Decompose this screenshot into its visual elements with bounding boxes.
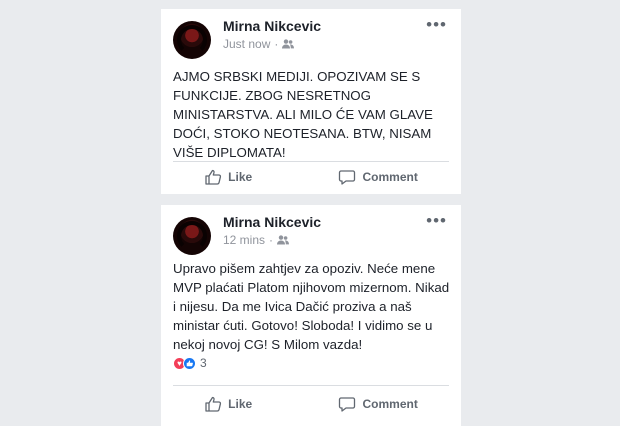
comment-icon bbox=[339, 170, 356, 185]
more-options-icon[interactable]: ••• bbox=[426, 211, 447, 231]
reactions-summary[interactable]: ♥ 3 bbox=[173, 356, 207, 370]
author-name[interactable]: Mirna Nikcevic bbox=[223, 214, 321, 230]
author-name[interactable]: Mirna Nikcevic bbox=[223, 18, 321, 34]
avatar[interactable] bbox=[173, 217, 211, 255]
more-options-icon[interactable]: ••• bbox=[426, 15, 447, 35]
divider bbox=[173, 385, 449, 386]
like-label: Like bbox=[228, 397, 253, 411]
friends-icon bbox=[282, 39, 295, 49]
friends-icon bbox=[277, 235, 290, 245]
thumbs-up-icon bbox=[205, 169, 222, 185]
post-text: Upravo pišem zahtjev za opoziv. Neće men… bbox=[173, 261, 450, 352]
comment-label: Comment bbox=[362, 170, 418, 184]
post-time[interactable]: 12 mins bbox=[223, 233, 265, 247]
dot-separator: · bbox=[269, 233, 274, 247]
comment-button[interactable]: Comment bbox=[338, 395, 418, 413]
post-actions: Like Comment bbox=[161, 168, 461, 186]
post-text: AJMO SRBSKI MEDIJI. OPOZIVAM SE S FUNKCI… bbox=[173, 69, 433, 160]
post-meta: 12 mins · bbox=[223, 233, 290, 247]
like-button[interactable]: Like bbox=[204, 168, 252, 186]
comment-icon bbox=[339, 397, 356, 412]
post-actions: Like Comment bbox=[161, 395, 461, 413]
thumbs-up-icon bbox=[205, 396, 222, 412]
post-time[interactable]: Just now bbox=[223, 37, 270, 51]
like-button[interactable]: Like bbox=[204, 395, 252, 413]
reaction-count: 3 bbox=[200, 356, 207, 370]
dot-separator: · bbox=[274, 37, 279, 51]
comment-button[interactable]: Comment bbox=[338, 168, 418, 186]
avatar[interactable] bbox=[173, 21, 211, 59]
like-icon bbox=[183, 356, 196, 370]
post-card: Mirna Nikcevic 12 mins · ••• Upravo piše… bbox=[161, 205, 461, 426]
post-card: Mirna Nikcevic Just now · ••• AJMO SRBSK… bbox=[161, 9, 461, 194]
divider bbox=[173, 161, 449, 162]
like-label: Like bbox=[228, 170, 253, 184]
comment-label: Comment bbox=[362, 397, 418, 411]
post-meta: Just now · bbox=[223, 37, 295, 51]
